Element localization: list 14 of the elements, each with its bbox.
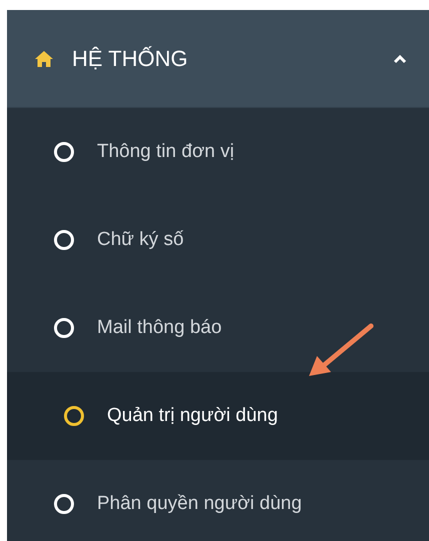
menu-item[interactable]: Quản trị người dùng (7, 372, 429, 460)
chevron-up-icon (393, 54, 407, 64)
circle-icon (54, 318, 74, 338)
circle-icon (64, 406, 84, 426)
circle-icon (54, 230, 74, 250)
menu-group-header[interactable]: HỆ THỐNG (7, 10, 429, 108)
circle-icon (54, 494, 74, 514)
menu-item[interactable]: Thông tin đơn vị (7, 108, 429, 196)
menu-group-title: HỆ THỐNG (72, 46, 189, 72)
home-icon (34, 50, 54, 68)
menu-item[interactable]: Phân quyền người dùng (7, 460, 429, 541)
circle-icon (54, 142, 74, 162)
menu-item[interactable]: Mail thông báo (7, 284, 429, 372)
menu-item[interactable]: Chữ ký số (7, 196, 429, 284)
